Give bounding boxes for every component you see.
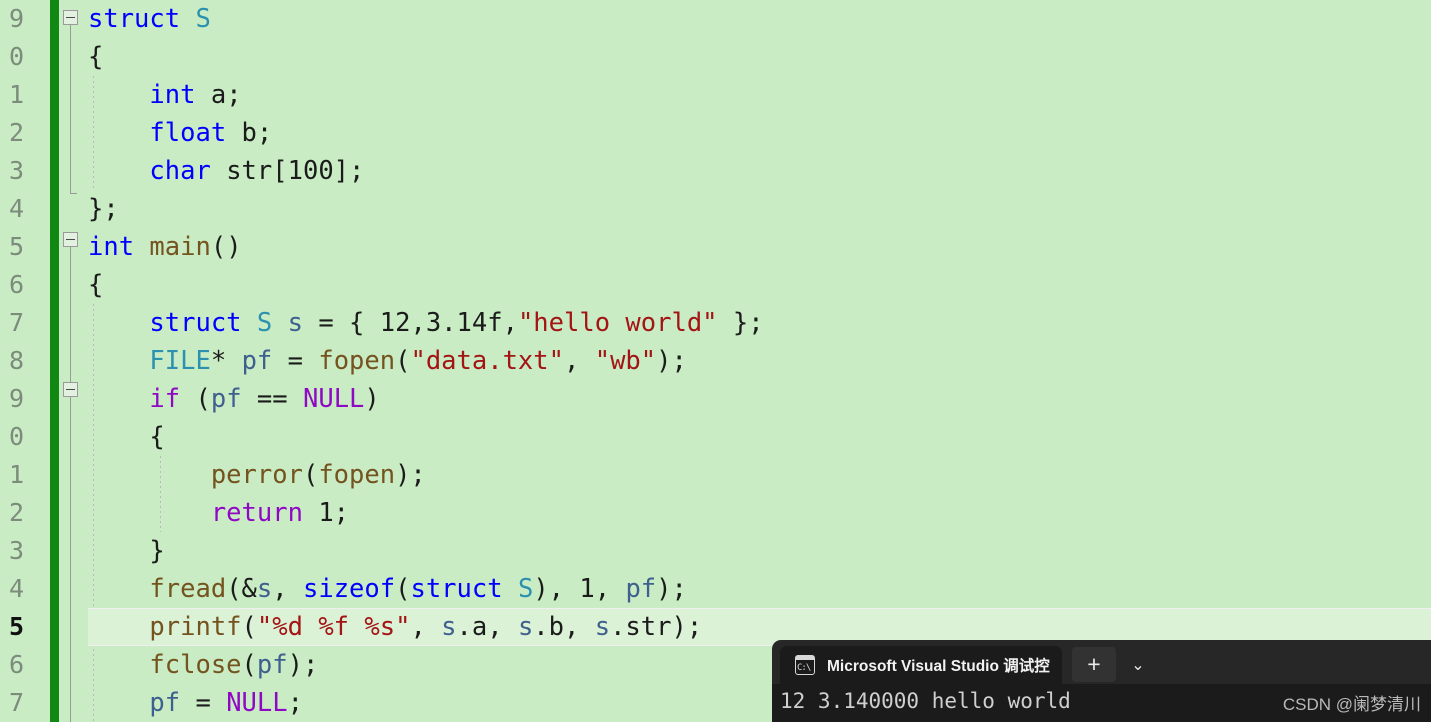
code-line[interactable]: { xyxy=(0,266,1431,304)
console-tab[interactable]: C:\ Microsoft Visual Studio 调试控 ✕ xyxy=(780,646,1062,684)
code-folding-column[interactable] xyxy=(63,0,89,722)
fold-guide-line xyxy=(70,247,71,722)
console-icon: C:\ xyxy=(795,655,815,675)
fold-toggle-main[interactable] xyxy=(63,232,78,247)
fold-guide-end xyxy=(70,193,77,194)
console-title-bar[interactable]: C:\ Microsoft Visual Studio 调试控 ✕ + ⌄ xyxy=(772,640,1431,684)
code-line[interactable]: { xyxy=(0,418,1431,456)
close-icon[interactable]: ✕ xyxy=(1060,656,1062,675)
console-tab-title: Microsoft Visual Studio 调试控 xyxy=(827,658,1050,675)
code-line[interactable]: float b; xyxy=(0,114,1431,152)
new-tab-button[interactable]: + xyxy=(1072,647,1116,682)
code-line[interactable]: char str[100]; xyxy=(0,152,1431,190)
code-line[interactable]: return 1; xyxy=(0,494,1431,532)
code-line[interactable]: perror(fopen); xyxy=(0,456,1431,494)
code-line[interactable]: }; xyxy=(0,190,1431,228)
chevron-down-icon[interactable]: ⌄ xyxy=(1120,647,1156,682)
fold-toggle-struct[interactable] xyxy=(63,10,78,25)
change-bar xyxy=(50,0,59,722)
code-line[interactable]: struct S xyxy=(0,0,1431,38)
code-line[interactable]: struct S s = { 12,3.14f,"hello world" }; xyxy=(0,304,1431,342)
fold-guide-line xyxy=(70,25,71,193)
code-editor[interactable]: 9 0 1 2 3 4 5 6 7 8 9 0 1 2 3 4 5 6 7 8 xyxy=(0,0,1431,722)
code-line[interactable]: FILE* pf = fopen("data.txt", "wb"); xyxy=(0,342,1431,380)
code-line[interactable]: int main() xyxy=(0,228,1431,266)
code-line[interactable]: if (pf == NULL) xyxy=(0,380,1431,418)
code-line[interactable]: } xyxy=(0,532,1431,570)
code-line[interactable]: fread(&s, sizeof(struct S), 1, pf); xyxy=(0,570,1431,608)
code-line[interactable]: int a; xyxy=(0,76,1431,114)
watermark: CSDN @阑梦清川 xyxy=(1282,695,1421,714)
fold-toggle-if[interactable] xyxy=(63,382,78,397)
code-line[interactable]: { xyxy=(0,38,1431,76)
